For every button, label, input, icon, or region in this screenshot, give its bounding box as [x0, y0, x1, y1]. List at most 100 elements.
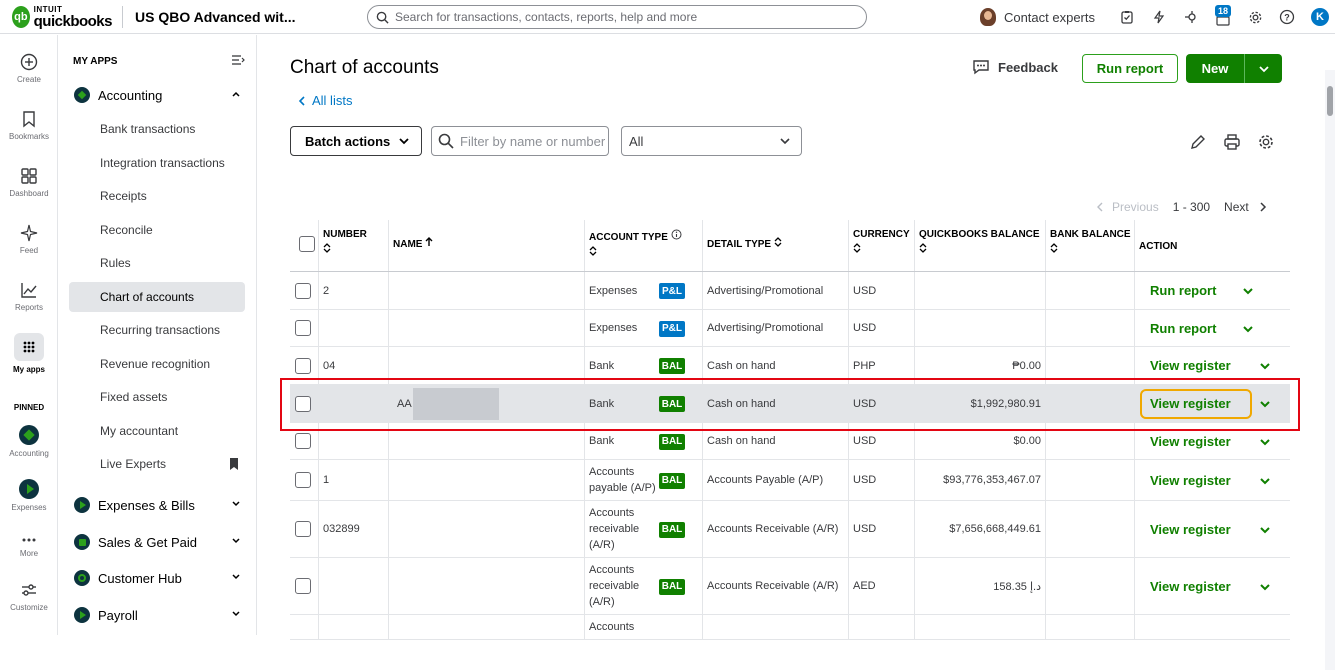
nav-integration-transactions[interactable]: Integration transactions [69, 148, 245, 178]
notifications-icon[interactable]: 18 [1209, 3, 1237, 31]
cell-name[interactable] [388, 347, 584, 384]
rail-reports[interactable]: Reports [0, 281, 58, 312]
rail-bookmarks[interactable]: Bookmarks [0, 110, 58, 141]
chevron-down-icon[interactable] [1259, 362, 1271, 370]
feedback-button[interactable]: Feedback [972, 59, 1058, 75]
pager-next[interactable]: Next [1224, 200, 1267, 214]
table-settings-gear-icon[interactable] [1257, 133, 1275, 151]
chevron-down-icon[interactable] [1242, 325, 1254, 333]
cell-name[interactable] [388, 423, 584, 459]
new-button[interactable]: New [1186, 54, 1282, 83]
cell-name[interactable] [388, 558, 584, 614]
header-bank-balance[interactable]: BANK BALANCE [1045, 220, 1134, 271]
rail-accounting[interactable]: Accounting [0, 425, 58, 458]
row-checkbox[interactable] [295, 357, 311, 374]
feature-icon[interactable] [1177, 3, 1205, 31]
new-dropdown-toggle[interactable] [1245, 65, 1282, 73]
view-register-link[interactable]: View register [1150, 579, 1231, 594]
bookmark-filled-icon[interactable] [229, 458, 239, 470]
help-icon[interactable]: ? [1273, 3, 1301, 31]
header-name[interactable]: NAME [388, 220, 584, 271]
nav-group-sales-get-paid[interactable]: Sales & Get Paid [69, 529, 247, 555]
chevron-down-icon[interactable] [1259, 400, 1271, 408]
view-register-link[interactable]: View register [1150, 434, 1231, 449]
user-avatar[interactable]: K [1311, 8, 1329, 26]
chevron-down-icon[interactable] [1242, 287, 1254, 295]
tasks-icon[interactable] [1113, 3, 1141, 31]
filter-name-input[interactable]: Filter by name or number [431, 126, 609, 156]
chevron-down-icon[interactable] [1259, 438, 1271, 446]
cell-name[interactable] [388, 501, 584, 557]
table-row[interactable]: 1 Accounts payable (A/P) BAL Accounts Payab… [290, 460, 1290, 501]
rail-create[interactable]: Create [0, 53, 58, 84]
global-search-input[interactable]: Search for transactions, contacts, repor… [367, 5, 867, 29]
table-row[interactable]: Accounts [290, 615, 1290, 640]
nav-chart-of-accounts[interactable]: Chart of accounts [69, 282, 245, 312]
view-register-link[interactable]: View register [1150, 473, 1231, 488]
nav-revenue-recognition[interactable]: Revenue recognition [69, 349, 245, 379]
header-number[interactable]: NUMBER [318, 220, 388, 271]
table-row[interactable]: Expenses P&L Advertising/Promotional USD Run… [290, 310, 1290, 347]
cell-name[interactable] [388, 272, 584, 309]
rail-expenses[interactable]: Expenses [0, 479, 58, 512]
cell-name[interactable] [388, 615, 584, 639]
row-checkbox[interactable] [295, 433, 311, 449]
settings-gear-icon[interactable] [1241, 3, 1269, 31]
table-row[interactable]: 04 Bank BAL Cash on hand PHP ₱0.00 View regist… [290, 347, 1290, 385]
header-currency[interactable]: CURRENCY [848, 220, 914, 271]
cell-name[interactable] [388, 310, 584, 346]
nav-recurring-transactions[interactable]: Recurring transactions [69, 315, 245, 345]
nav-live-experts[interactable]: Live Experts [69, 449, 245, 479]
contact-experts-button[interactable]: Contact experts [979, 8, 1095, 26]
header-detail-type[interactable]: DETAIL TYPE [702, 220, 848, 271]
nav-rules[interactable]: Rules [69, 248, 245, 278]
table-row[interactable]: Accounts receivable (A/R) BAL Accounts Rec… [290, 558, 1290, 615]
nav-receipts[interactable]: Receipts [69, 181, 245, 211]
nav-fixed-assets[interactable]: Fixed assets [69, 382, 245, 412]
nav-my-accountant[interactable]: My accountant [69, 416, 245, 446]
nav-group-payroll[interactable]: Payroll [69, 602, 247, 628]
rail-feed[interactable]: Feed [0, 224, 58, 255]
row-checkbox[interactable] [295, 320, 311, 336]
nav-bank-transactions[interactable]: Bank transactions [69, 114, 245, 144]
nav-group-accounting[interactable]: Accounting [69, 82, 247, 108]
row-checkbox[interactable] [295, 282, 311, 299]
rail-more[interactable]: More [0, 535, 58, 558]
row-checkbox[interactable] [295, 395, 311, 412]
row-checkbox[interactable] [295, 521, 311, 537]
rail-dashboard[interactable]: Dashboard [0, 167, 58, 198]
table-row[interactable]: Bank BAL Cash on hand USD $0.00 View register [290, 423, 1290, 460]
view-register-link[interactable]: View register [1150, 358, 1231, 373]
nav-reconcile[interactable]: Reconcile [69, 215, 245, 245]
row-checkbox[interactable] [295, 578, 311, 594]
chevron-down-icon[interactable] [1259, 583, 1271, 591]
nav-group-expenses-bills[interactable]: Expenses & Bills [69, 492, 247, 518]
quickbooks-logo[interactable]: qb INTUIT quickbooks [12, 5, 113, 29]
lightning-icon[interactable] [1145, 3, 1173, 31]
edit-pencil-icon[interactable] [1189, 133, 1207, 151]
chevron-down-icon[interactable] [1259, 477, 1271, 485]
row-checkbox[interactable] [295, 472, 311, 488]
cell-name[interactable] [388, 460, 584, 500]
select-all-checkbox[interactable] [299, 236, 315, 252]
rail-customize[interactable]: Customize [0, 581, 58, 612]
scrollbar-thumb[interactable] [1327, 86, 1333, 116]
all-lists-link[interactable]: All lists [298, 93, 352, 108]
nav-group-customer-hub[interactable]: Customer Hub [69, 565, 247, 591]
chevron-down-icon[interactable] [1259, 526, 1271, 534]
run-report-button[interactable]: Run report [1082, 54, 1178, 83]
company-name[interactable]: US QBO Advanced wit... [135, 9, 355, 25]
view-register-link[interactable]: View register [1150, 522, 1231, 537]
table-row[interactable]: AA Bank BAL Cash on hand USD $1,992,980.91 Vie… [290, 385, 1290, 423]
header-account-type[interactable]: ACCOUNT TYPE [584, 220, 702, 271]
info-icon[interactable] [671, 229, 682, 240]
account-type-filter-select[interactable]: All [621, 126, 802, 156]
table-row[interactable]: 2 Expenses P&L Advertising/Promotional USD Ru… [290, 272, 1290, 310]
run-report-link[interactable]: Run report [1150, 321, 1216, 336]
account-name[interactable]: AA [397, 398, 412, 410]
table-row[interactable]: 032899 Accounts receivable (A/R) BAL Accoun… [290, 501, 1290, 558]
batch-actions-dropdown[interactable]: Batch actions [290, 126, 422, 156]
header-qb-balance[interactable]: QUICKBOOKS BALANCE [914, 220, 1045, 271]
new-button-label[interactable]: New [1186, 54, 1245, 83]
cell-name[interactable]: AA [388, 385, 584, 422]
